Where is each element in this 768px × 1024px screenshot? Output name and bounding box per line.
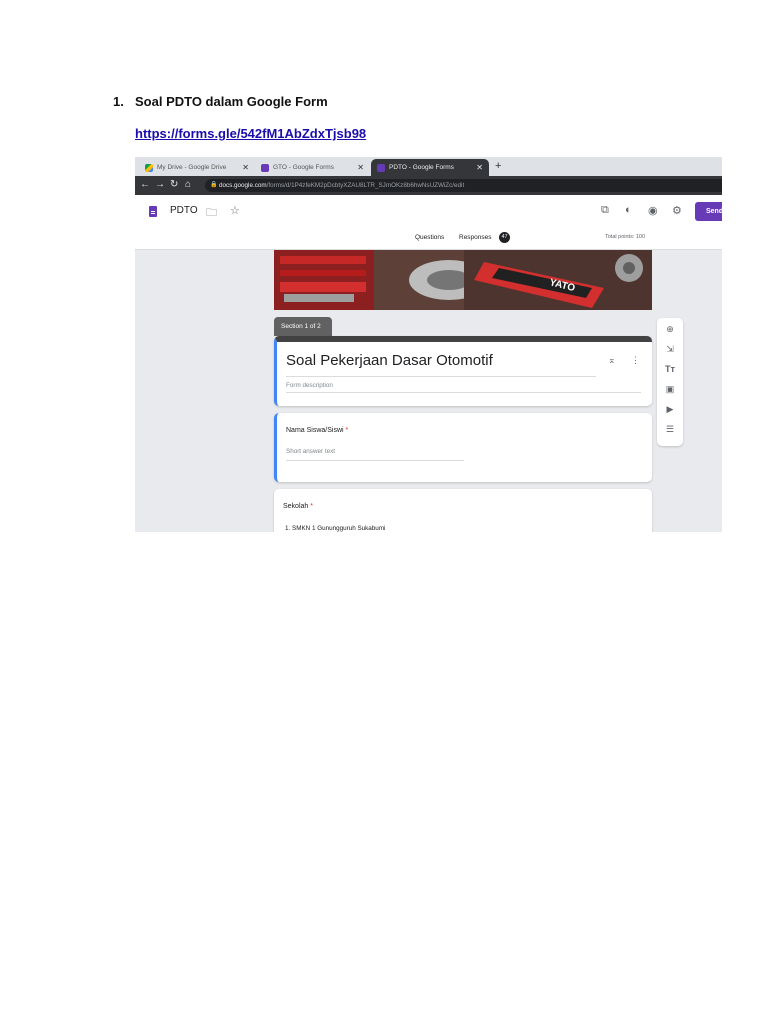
close-icon[interactable]: ✕ bbox=[357, 163, 364, 172]
preview-eye-icon[interactable]: ◉ bbox=[648, 204, 658, 217]
question-title: Nama Siswa/Siswi * bbox=[286, 427, 348, 434]
forms-doc-icon bbox=[149, 206, 157, 217]
item-number: 1. bbox=[113, 94, 124, 109]
answer-option[interactable]: 1. SMKN 1 Gunungguruh Sukabumi bbox=[285, 525, 385, 532]
star-icon[interactable]: ☆ bbox=[230, 204, 240, 217]
description-underline bbox=[286, 392, 641, 393]
tab-gto-forms[interactable]: GTO - Google Forms ✕ bbox=[255, 159, 370, 176]
question-card[interactable]: Nama Siswa/Siswi * Short answer text bbox=[274, 413, 652, 482]
send-button[interactable]: Send bbox=[695, 202, 722, 221]
url-path: /forms/d/1P4zfeKM2pDcbtyXZAU8LTR_SJmOKz8… bbox=[266, 182, 465, 189]
form-name[interactable]: PDTO bbox=[170, 205, 198, 216]
forward-icon[interactable]: → bbox=[155, 179, 165, 190]
form-title[interactable]: Soal Pekerjaan Dasar Otomotif bbox=[286, 352, 493, 369]
question-card[interactable]: Sekolah * 1. SMKN 1 Gunungguruh Sukabumi bbox=[274, 489, 652, 532]
tab-questions[interactable]: Questions bbox=[415, 234, 444, 241]
question-label: Nama Siswa/Siswi bbox=[286, 427, 344, 434]
section-label: Section 1 of 2 bbox=[274, 317, 332, 336]
reload-icon[interactable]: ↻ bbox=[170, 179, 178, 190]
answer-underline bbox=[286, 460, 464, 461]
home-icon[interactable]: ⌂ bbox=[185, 179, 191, 190]
tab-label: My Drive - Google Drive bbox=[157, 164, 227, 171]
collapse-icon[interactable]: ⌅ bbox=[608, 355, 616, 366]
addon-icon[interactable]: ⧉ bbox=[601, 204, 609, 217]
header-banner-image: YATO bbox=[274, 250, 652, 310]
folder-icon[interactable]: 🗀 bbox=[206, 204, 217, 223]
question-title: Sekolah * bbox=[283, 503, 313, 510]
close-icon[interactable]: ✕ bbox=[242, 163, 249, 172]
form-description-input[interactable]: Form description bbox=[286, 382, 333, 389]
browser-tab-bar: My Drive - Google Drive ✕ GTO - Google F… bbox=[135, 157, 722, 176]
tab-label: GTO - Google Forms bbox=[273, 164, 334, 171]
url-host: docs.google.com bbox=[219, 182, 267, 189]
forms-header: PDTO 🗀 ☆ ⧉ ◐ ◉ ⚙ Send Questions Response… bbox=[135, 195, 722, 250]
tab-label: PDTO - Google Forms bbox=[389, 164, 454, 171]
required-marker: * bbox=[310, 503, 313, 510]
side-toolbar: ⊕ ⇲ Tт ▣ ▶ ☰ bbox=[657, 318, 683, 446]
tab-my-drive[interactable]: My Drive - Google Drive ✕ bbox=[139, 159, 255, 176]
more-vert-icon[interactable]: ⋮ bbox=[631, 355, 640, 366]
add-image-icon[interactable]: ▣ bbox=[657, 384, 683, 395]
required-marker: * bbox=[345, 427, 349, 434]
import-questions-icon[interactable]: ⇲ bbox=[657, 344, 683, 355]
responses-count-badge: 47 bbox=[499, 232, 510, 243]
add-video-icon[interactable]: ▶ bbox=[657, 404, 683, 415]
form-link[interactable]: https://forms.gle/542fM1AbZdxTjsb98 bbox=[135, 126, 366, 141]
tab-pdto-forms[interactable]: PDTO - Google Forms ✕ bbox=[371, 159, 489, 176]
add-section-icon[interactable]: ☰ bbox=[657, 424, 683, 435]
tab-responses[interactable]: Responses bbox=[459, 234, 492, 241]
lock-icon: 🔒 bbox=[210, 182, 218, 188]
close-icon[interactable]: ✕ bbox=[476, 163, 483, 172]
total-points: Total points: 100 bbox=[605, 234, 646, 240]
heading-text: Soal PDTO dalam Google Form bbox=[135, 94, 328, 109]
url-input[interactable]: 🔒 docs.google.com/forms/d/1P4zfeKM2pDcbt… bbox=[205, 179, 722, 192]
question-label: Sekolah bbox=[283, 503, 309, 510]
google-forms-icon bbox=[261, 163, 269, 172]
title-underline bbox=[286, 376, 596, 377]
google-forms-icon bbox=[377, 163, 385, 172]
google-form-screenshot: My Drive - Google Drive ✕ GTO - Google F… bbox=[135, 157, 722, 532]
add-title-icon[interactable]: Tт bbox=[657, 364, 683, 374]
address-bar-row: ← → ↻ ⌂ 🔒 docs.google.com/forms/d/1P4zfe… bbox=[135, 176, 722, 195]
palette-icon[interactable]: ◐ bbox=[625, 204, 632, 216]
short-answer-placeholder: Short answer text bbox=[286, 448, 335, 455]
form-title-card[interactable]: Soal Pekerjaan Dasar Otomotif Form descr… bbox=[274, 336, 652, 406]
section-heading: 1. Soal PDTO dalam Google Form bbox=[113, 94, 328, 109]
back-icon[interactable]: ← bbox=[140, 179, 150, 190]
google-drive-icon bbox=[145, 163, 153, 172]
settings-gear-icon[interactable]: ⚙ bbox=[672, 204, 682, 217]
add-question-icon[interactable]: ⊕ bbox=[657, 324, 683, 335]
new-tab-button[interactable]: + bbox=[495, 160, 501, 172]
